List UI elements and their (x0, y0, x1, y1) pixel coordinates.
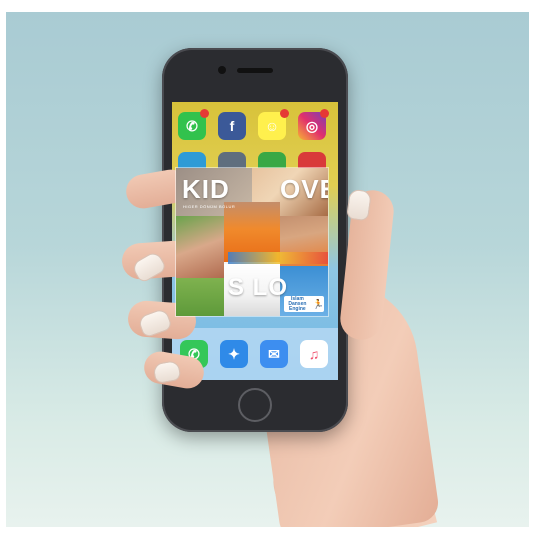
brand-logo: Islam Dansen Engine 🏃 (284, 296, 324, 312)
music-icon[interactable]: ♫ (300, 340, 328, 368)
photo-tile-girl (176, 216, 224, 278)
facebook-icon[interactable]: f (218, 112, 246, 140)
collage-overlay: KID OVE HIGER DÖNÜM BOLUR S LO Islam Dan… (176, 168, 328, 316)
snapchat-icon[interactable]: ☺ (258, 109, 289, 140)
front-camera-icon (218, 66, 226, 74)
logo-text: Islam Dansen Engine (288, 295, 307, 312)
mail-icon[interactable]: ✉ (260, 340, 288, 368)
headline-subtitle: HIGER DÖNÜM BOLUR (183, 204, 236, 209)
whatsapp-icon[interactable]: ✆ (178, 109, 209, 140)
notification-badge (280, 109, 289, 118)
color-stripe (228, 252, 328, 264)
bottom-text: S LO (228, 274, 289, 301)
headline-left: KID (182, 174, 230, 204)
home-button[interactable] (238, 388, 272, 422)
safari-icon[interactable]: ✦ (220, 340, 248, 368)
earpiece-speaker (237, 68, 273, 73)
running-figure-icon: 🏃 (312, 298, 324, 309)
app-row-top: ✆ f ☺ ◎ (178, 109, 329, 140)
notification-badge (200, 109, 209, 118)
instagram-icon[interactable]: ◎ (298, 109, 329, 140)
notification-badge (320, 109, 329, 118)
headline-right: OVE (280, 174, 328, 204)
photo-scene: ✆ f ☺ ◎ ✆ ✦ ✉ ♫ KID OV HIGER DÖNÜM BOLUR… (6, 12, 529, 527)
photo-tile-kids (176, 278, 224, 316)
